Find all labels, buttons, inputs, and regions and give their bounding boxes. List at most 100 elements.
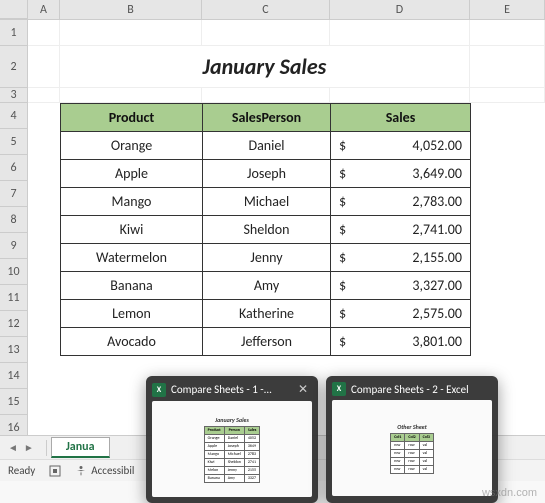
cell-currency[interactable]: $	[331, 188, 351, 216]
cell[interactable]	[470, 88, 545, 103]
cell-sales[interactable]: 4,052.00	[351, 132, 471, 160]
row-header[interactable]: 15	[0, 389, 28, 415]
table-row: AppleJoseph$3,649.00	[61, 160, 471, 188]
cell-person[interactable]: Joseph	[203, 160, 331, 188]
column-header-c[interactable]: C	[202, 0, 330, 19]
row-header[interactable]: 14	[0, 363, 28, 389]
cell-currency[interactable]: $	[331, 328, 351, 356]
cell-sales[interactable]: 3,327.00	[351, 272, 471, 300]
header-product[interactable]: Product	[61, 104, 203, 132]
preview-title: January Sales	[215, 416, 249, 424]
row-header[interactable]: 9	[0, 233, 28, 259]
thumbnail-title: Compare Sheets - 2 - Excel	[351, 383, 469, 396]
row-header[interactable]: 10	[0, 259, 28, 285]
table-row: MangoMichael$2,783.00	[61, 188, 471, 216]
cell[interactable]	[28, 88, 60, 103]
thumbnail-preview: January Sales ProductPersonSales OrangeD…	[152, 401, 312, 497]
cell[interactable]	[470, 46, 545, 88]
cell-currency[interactable]: $	[331, 216, 351, 244]
row-header[interactable]: 3	[0, 88, 28, 103]
cell[interactable]	[330, 20, 470, 46]
cell-person[interactable]: Jenny	[203, 244, 331, 272]
grid-row: 3	[0, 88, 545, 103]
cell-sales[interactable]: 2,783.00	[351, 188, 471, 216]
cell[interactable]	[28, 20, 60, 46]
taskbar-thumbnail[interactable]: X Compare Sheets - 2 - Excel Other Sheet…	[326, 376, 498, 503]
cell-sales[interactable]: 2,575.00	[351, 300, 471, 328]
cell-person[interactable]: Amy	[203, 272, 331, 300]
accessibility-icon	[75, 465, 87, 477]
cell-sales[interactable]: 2,741.00	[351, 216, 471, 244]
status-accessibility[interactable]: Accessibil	[75, 464, 134, 477]
sales-table: Product SalesPerson Sales OrangeDaniel$4…	[60, 103, 471, 356]
header-salesperson[interactable]: SalesPerson	[203, 104, 331, 132]
column-headers: A B C D E	[0, 0, 545, 20]
cell-currency[interactable]: $	[331, 132, 351, 160]
table-row: KiwiSheldon$2,741.00	[61, 216, 471, 244]
column-header-d[interactable]: D	[330, 0, 470, 19]
cell[interactable]	[470, 20, 545, 46]
row-header[interactable]: 2	[0, 46, 28, 88]
thumbnail-preview: Other Sheet Col1Col2Col3 rowrowval rowro…	[332, 400, 492, 496]
cell-product[interactable]: Banana	[61, 272, 203, 300]
cell-person[interactable]: Sheldon	[203, 216, 331, 244]
row-header[interactable]: 12	[0, 311, 28, 337]
cell[interactable]	[330, 88, 470, 103]
cell-product[interactable]: Avocado	[61, 328, 203, 356]
excel-icon: X	[332, 382, 346, 396]
row-header[interactable]: 11	[0, 285, 28, 311]
status-ready: Ready	[8, 464, 35, 477]
cell-person[interactable]: Jefferson	[203, 328, 331, 356]
title-cell[interactable]: January Sales	[60, 46, 470, 88]
sheet-tab-active[interactable]: Janua	[51, 437, 110, 458]
cell-product[interactable]: Lemon	[61, 300, 203, 328]
row-header[interactable]: 6	[0, 155, 28, 181]
row-header[interactable]: 7	[0, 181, 28, 207]
row-header[interactable]: 13	[0, 337, 28, 363]
preview-title: Other Sheet	[397, 423, 427, 431]
table-row: LemonKatherine$2,575.00	[61, 300, 471, 328]
tab-prev-icon[interactable]: ◄	[6, 441, 20, 454]
tab-next-icon[interactable]: ►	[22, 441, 36, 454]
cell-person[interactable]: Daniel	[203, 132, 331, 160]
header-sales[interactable]: Sales	[331, 104, 471, 132]
status-macro[interactable]	[49, 465, 61, 477]
cell[interactable]	[202, 88, 330, 103]
cell-sales[interactable]: 2,155.00	[351, 244, 471, 272]
close-icon[interactable]: ✕	[294, 382, 312, 397]
cell-person[interactable]: Katherine	[203, 300, 331, 328]
taskbar-thumbnails: X Compare Sheets - 1 -... ✕ January Sale…	[146, 376, 498, 503]
cell-sales[interactable]: 3,801.00	[351, 328, 471, 356]
table-header-row: Product SalesPerson Sales	[61, 104, 471, 132]
cell-currency[interactable]: $	[331, 244, 351, 272]
cell[interactable]	[60, 20, 202, 46]
select-all-corner[interactable]	[0, 0, 28, 19]
taskbar-thumbnail[interactable]: X Compare Sheets - 1 -... ✕ January Sale…	[146, 376, 318, 503]
cell-product[interactable]: Watermelon	[61, 244, 203, 272]
cell-product[interactable]: Apple	[61, 160, 203, 188]
cell-currency[interactable]: $	[331, 160, 351, 188]
cell-currency[interactable]: $	[331, 272, 351, 300]
row-header[interactable]: 5	[0, 129, 28, 155]
cell[interactable]	[28, 46, 60, 88]
row-header[interactable]: 4	[0, 103, 28, 129]
cell-person[interactable]: Michael	[203, 188, 331, 216]
cell-product[interactable]: Kiwi	[61, 216, 203, 244]
cell-sales[interactable]: 3,649.00	[351, 160, 471, 188]
row-header[interactable]: 8	[0, 207, 28, 233]
column-header-b[interactable]: B	[60, 0, 202, 19]
preview-table: ProductPersonSales OrangeDaniel4052 Appl…	[204, 426, 261, 483]
column-header-a[interactable]: A	[28, 0, 60, 19]
cell-product[interactable]: Orange	[61, 132, 203, 160]
thumbnail-header: X Compare Sheets - 1 -... ✕	[152, 382, 312, 397]
record-macro-icon	[49, 465, 61, 477]
table-row: BananaAmy$3,327.00	[61, 272, 471, 300]
cell[interactable]	[60, 88, 202, 103]
cell[interactable]	[202, 20, 330, 46]
row-header[interactable]: 1	[0, 20, 28, 46]
cell-product[interactable]: Mango	[61, 188, 203, 216]
watermark: wsxdn.com	[482, 487, 537, 499]
cell-currency[interactable]: $	[331, 300, 351, 328]
spreadsheet-grid[interactable]: A B C D E 1 2 January Sales 3 4 5 6 7 8 9…	[0, 0, 545, 435]
column-header-e[interactable]: E	[470, 0, 545, 19]
